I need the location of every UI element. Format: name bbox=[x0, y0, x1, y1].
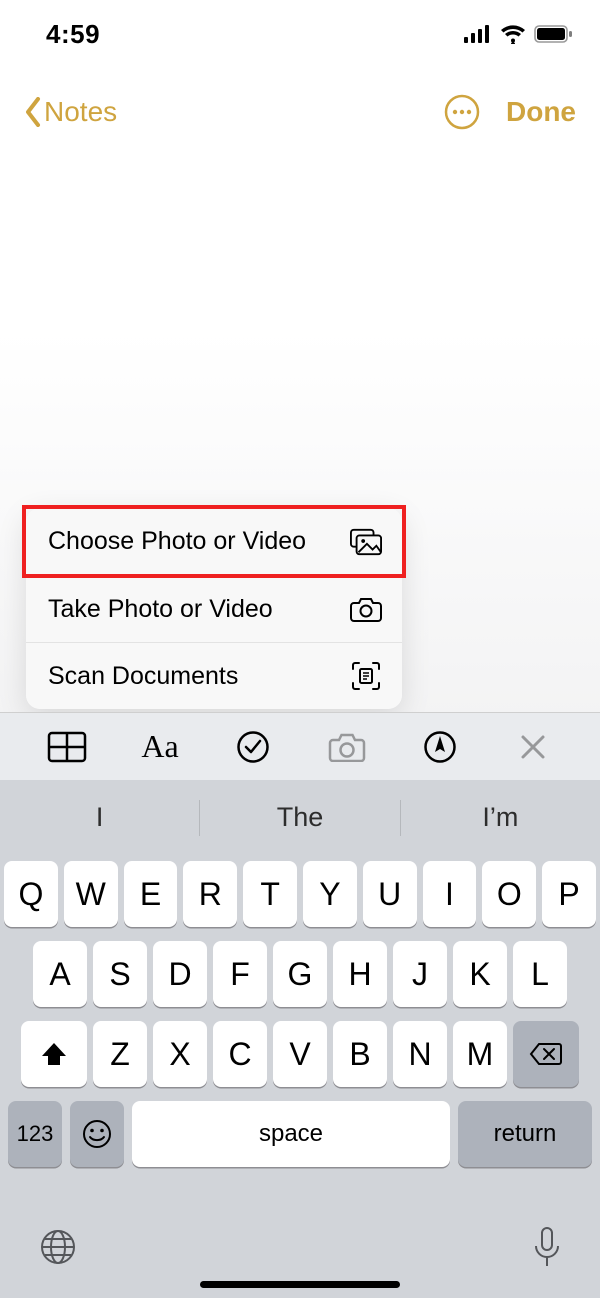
key-rows: Q W E R T Y U I O P A S D F G H J K L bbox=[0, 855, 600, 1167]
key-e[interactable]: E bbox=[124, 861, 178, 927]
done-button[interactable]: Done bbox=[506, 96, 576, 128]
battery-icon bbox=[534, 25, 574, 43]
globe-icon bbox=[38, 1227, 78, 1267]
photo-library-icon bbox=[350, 526, 382, 558]
key-l[interactable]: L bbox=[513, 941, 567, 1007]
suggestion-2[interactable]: The bbox=[200, 802, 399, 833]
back-button[interactable]: Notes bbox=[24, 96, 117, 128]
key-numeric[interactable]: 123 bbox=[8, 1101, 62, 1167]
keyboard: I The I’m Q W E R T Y U I O P A S D bbox=[0, 780, 600, 1298]
key-v[interactable]: V bbox=[273, 1021, 327, 1087]
text-format-button[interactable]: Aa bbox=[135, 722, 185, 772]
format-toolbar: Aa bbox=[0, 712, 600, 780]
emoji-icon bbox=[81, 1118, 113, 1150]
checklist-button[interactable] bbox=[228, 722, 278, 772]
key-b[interactable]: B bbox=[333, 1021, 387, 1087]
dictation-button[interactable] bbox=[532, 1226, 562, 1268]
scan-document-icon bbox=[350, 660, 382, 692]
key-n[interactable]: N bbox=[393, 1021, 447, 1087]
pen-circle-icon bbox=[423, 730, 457, 764]
key-row-2: A S D F G H J K L bbox=[4, 941, 596, 1007]
key-k[interactable]: K bbox=[453, 941, 507, 1007]
more-button[interactable] bbox=[442, 92, 482, 132]
key-w[interactable]: W bbox=[64, 861, 118, 927]
suggestion-bar: I The I’m bbox=[0, 780, 600, 855]
key-r[interactable]: R bbox=[183, 861, 237, 927]
backspace-icon bbox=[529, 1042, 563, 1066]
key-a[interactable]: A bbox=[33, 941, 87, 1007]
table-icon bbox=[47, 731, 87, 763]
key-p[interactable]: P bbox=[542, 861, 596, 927]
key-z[interactable]: Z bbox=[93, 1021, 147, 1087]
key-u[interactable]: U bbox=[363, 861, 417, 927]
key-h[interactable]: H bbox=[333, 941, 387, 1007]
suggestion-3[interactable]: I’m bbox=[401, 802, 600, 833]
status-time: 4:59 bbox=[46, 19, 100, 50]
nav-right: Done bbox=[442, 92, 576, 132]
popup-item-scan-documents[interactable]: Scan Documents bbox=[26, 642, 402, 709]
text-format-icon: Aa bbox=[141, 728, 178, 765]
home-indicator[interactable] bbox=[200, 1281, 400, 1288]
popup-item-label: Choose Photo or Video bbox=[48, 527, 306, 556]
key-j[interactable]: J bbox=[393, 941, 447, 1007]
key-x[interactable]: X bbox=[153, 1021, 207, 1087]
status-icons bbox=[464, 24, 574, 44]
close-icon bbox=[520, 734, 546, 760]
key-row-3: Z X C V B N M bbox=[4, 1021, 596, 1087]
key-space[interactable]: space bbox=[132, 1101, 450, 1167]
key-row-1: Q W E R T Y U I O P bbox=[4, 861, 596, 927]
shift-icon bbox=[40, 1041, 68, 1067]
key-c[interactable]: C bbox=[213, 1021, 267, 1087]
key-g[interactable]: G bbox=[273, 941, 327, 1007]
chevron-left-icon bbox=[24, 97, 42, 127]
key-t[interactable]: T bbox=[243, 861, 297, 927]
suggestion-1[interactable]: I bbox=[0, 802, 199, 833]
status-bar: 4:59 bbox=[0, 0, 600, 68]
cellular-signal-icon bbox=[464, 25, 492, 43]
key-shift[interactable] bbox=[21, 1021, 87, 1087]
popup-item-take-photo[interactable]: Take Photo or Video bbox=[26, 575, 402, 642]
key-i[interactable]: I bbox=[423, 861, 477, 927]
popup-item-label: Take Photo or Video bbox=[48, 595, 273, 624]
camera-button[interactable] bbox=[322, 722, 372, 772]
nav-bar: Notes Done bbox=[0, 80, 600, 144]
table-button[interactable] bbox=[42, 722, 92, 772]
checkmark-circle-icon bbox=[236, 730, 270, 764]
markup-button[interactable] bbox=[415, 722, 465, 772]
key-q[interactable]: Q bbox=[4, 861, 58, 927]
key-d[interactable]: D bbox=[153, 941, 207, 1007]
camera-icon bbox=[328, 732, 366, 762]
insert-attachment-popup: Choose Photo or Video Take Photo or Vide… bbox=[26, 508, 402, 709]
key-f[interactable]: F bbox=[213, 941, 267, 1007]
key-backspace[interactable] bbox=[513, 1021, 579, 1087]
key-return[interactable]: return bbox=[458, 1101, 592, 1167]
key-emoji[interactable] bbox=[70, 1101, 124, 1167]
ellipsis-circle-icon bbox=[444, 94, 480, 130]
key-s[interactable]: S bbox=[93, 941, 147, 1007]
camera-icon bbox=[350, 593, 382, 625]
back-label: Notes bbox=[44, 96, 117, 128]
key-m[interactable]: M bbox=[453, 1021, 507, 1087]
popup-item-choose-photo[interactable]: Choose Photo or Video bbox=[26, 508, 402, 575]
phone-screen: 4:59 Notes Done bbox=[0, 0, 600, 1298]
wifi-icon bbox=[500, 24, 526, 44]
close-toolbar-button[interactable] bbox=[508, 722, 558, 772]
key-o[interactable]: O bbox=[482, 861, 536, 927]
globe-button[interactable] bbox=[38, 1227, 78, 1267]
popup-item-label: Scan Documents bbox=[48, 662, 238, 691]
key-row-4: 123 space return bbox=[4, 1101, 596, 1167]
microphone-icon bbox=[532, 1226, 562, 1268]
key-y[interactable]: Y bbox=[303, 861, 357, 927]
